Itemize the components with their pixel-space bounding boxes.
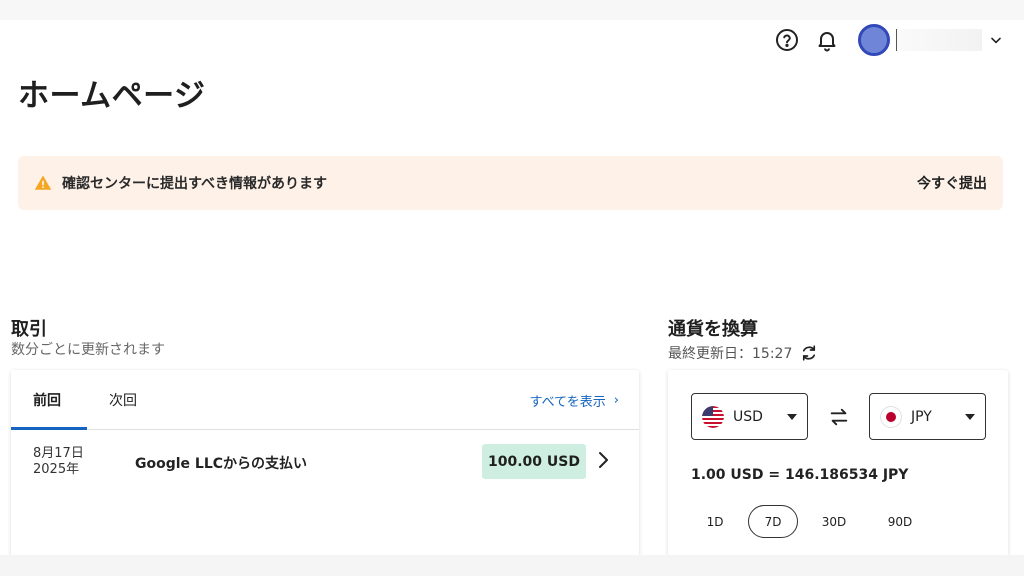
header-actions xyxy=(774,24,1006,56)
converter-updated: 最終更新日：15:27 xyxy=(668,343,818,363)
tab-next[interactable]: 次回 xyxy=(109,370,137,430)
bottom-strip xyxy=(0,555,1024,576)
chevron-right-icon: › xyxy=(613,392,619,408)
alert-message: 確認センターに提出すべき情報があります xyxy=(62,176,328,192)
active-tab-indicator xyxy=(11,427,87,430)
transactions-card: 前回 次回 すべてを表示 › 8月17日 2025年 Google LLCからの… xyxy=(11,370,639,556)
jp-flag-icon xyxy=(880,405,902,428)
tab-previous[interactable]: 前回 xyxy=(33,370,61,430)
chevron-right-icon[interactable] xyxy=(593,450,613,470)
caret-down-icon xyxy=(787,413,797,420)
last-updated-label: 最終更新日：15:27 xyxy=(668,346,793,362)
chevron-down-icon[interactable] xyxy=(986,30,1006,50)
table-row[interactable]: 8月17日 2025年 Google LLCからの支払い 100.00 USD xyxy=(11,431,639,495)
swap-icon[interactable] xyxy=(828,406,850,428)
warning-icon xyxy=(34,175,52,190)
to-currency-select[interactable]: JPY xyxy=(869,393,986,440)
from-currency-select[interactable]: USD xyxy=(691,393,808,440)
alert-banner: 確認センターに提出すべき情報があります 今すぐ提出 xyxy=(18,156,1003,210)
period-1d[interactable]: 1D xyxy=(690,505,740,538)
from-currency-code: USD xyxy=(733,408,763,425)
view-all-label: すべてを表示 xyxy=(529,394,606,410)
refresh-icon[interactable] xyxy=(800,344,818,362)
bell-icon[interactable] xyxy=(814,27,840,53)
page-title: ホームページ xyxy=(18,78,206,114)
to-currency-code: JPY xyxy=(911,408,932,425)
avatar[interactable] xyxy=(858,24,890,56)
converter-title: 通貨を換算 xyxy=(668,319,758,340)
exchange-rate: 1.00 USD = 146.186534 JPY xyxy=(691,467,909,483)
transaction-date-year: 2025年 xyxy=(33,462,80,477)
view-all-link[interactable]: すべてを表示 › xyxy=(529,370,619,430)
transactions-title: 取引 xyxy=(11,319,47,340)
transactions-tabs: 前回 次回 すべてを表示 › xyxy=(11,370,639,430)
us-flag-icon xyxy=(702,405,724,428)
transaction-description: Google LLCからの支払い xyxy=(135,456,308,472)
period-30d[interactable]: 30D xyxy=(809,505,859,538)
transaction-amount: 100.00 USD xyxy=(482,444,586,479)
transaction-date: 8月17日 2025年 xyxy=(33,446,84,478)
submit-now-button[interactable]: 今すぐ提出 xyxy=(917,173,987,193)
transactions-subtitle: 数分ごとに更新されます xyxy=(11,342,165,358)
account-name[interactable] xyxy=(896,29,982,51)
help-circle-icon[interactable] xyxy=(774,27,800,53)
caret-down-icon xyxy=(965,413,975,420)
transaction-date-day: 8月17日 xyxy=(33,446,84,461)
top-strip xyxy=(0,0,1024,20)
period-7d[interactable]: 7D xyxy=(748,505,798,538)
period-90d[interactable]: 90D xyxy=(875,505,925,538)
converter-card: USD JPY 1.00 USD = 146.186534 JPY 1D 7D … xyxy=(668,370,1008,556)
